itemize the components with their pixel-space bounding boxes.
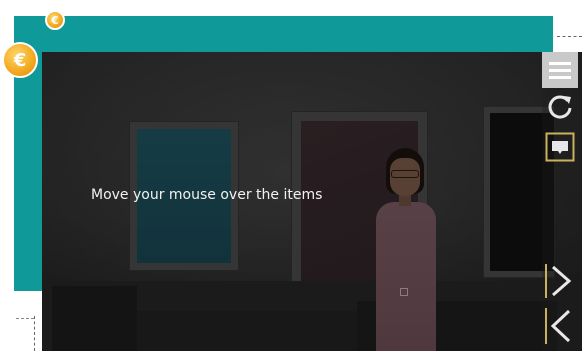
- teal-frame-top: [14, 16, 553, 52]
- coin-small-symbol: €: [51, 13, 59, 27]
- hamburger-menu-icon: [549, 62, 571, 79]
- chevron-left-icon: [545, 308, 571, 344]
- menu-button[interactable]: [542, 52, 578, 88]
- instruction-text: Move your mouse over the items: [91, 187, 323, 203]
- next-button[interactable]: [542, 260, 578, 302]
- captions-button[interactable]: [542, 130, 578, 164]
- dashed-guide-right: [557, 36, 582, 37]
- previous-button[interactable]: [542, 304, 578, 348]
- caption-icon: [545, 132, 575, 162]
- player-sidebar: [542, 52, 582, 351]
- refresh-icon: [548, 95, 572, 119]
- dashed-guide-left: [34, 316, 35, 351]
- dashed-guide-left-horizontal: [16, 318, 34, 319]
- coin-large-symbol: €: [13, 49, 27, 71]
- gallery-scene: Move your mouse over the items: [42, 52, 582, 351]
- coin-icon-small: €: [45, 10, 65, 30]
- coin-icon-large: €: [2, 42, 38, 78]
- replay-button[interactable]: [542, 90, 578, 122]
- chevron-right-icon: [545, 264, 572, 298]
